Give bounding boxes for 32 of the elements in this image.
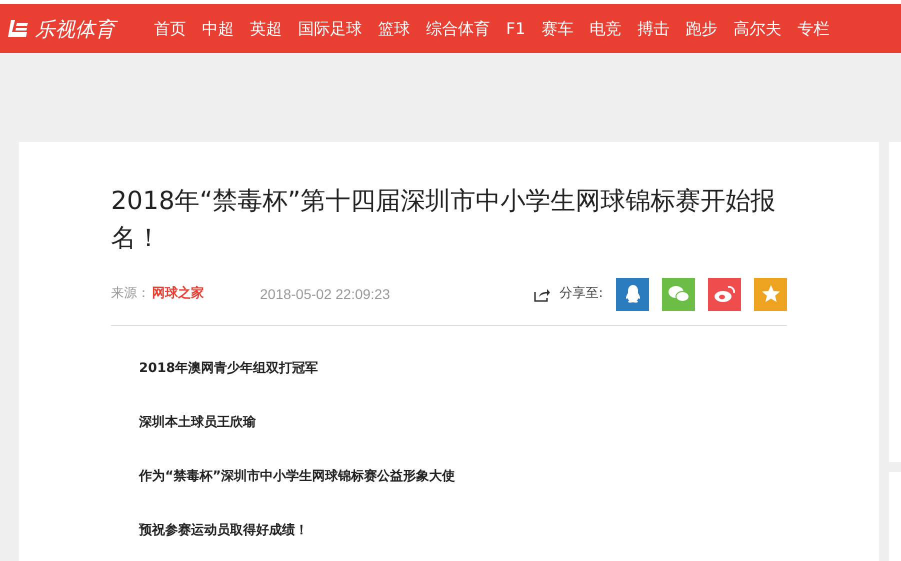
nav-link[interactable]: F1	[506, 16, 526, 40]
weibo-icon	[714, 285, 736, 303]
nav-link[interactable]: 首页	[154, 16, 186, 40]
chat-bubbles-icon	[668, 285, 690, 303]
article-title: 2018年“禁毒杯”第十四届深圳市中小学生网球锦标赛开始报名！	[111, 185, 777, 254]
nav-link[interactable]: 高尔夫	[733, 16, 782, 40]
star-icon	[760, 284, 780, 304]
nav-link[interactable]: 赛车	[541, 16, 574, 40]
nav-link[interactable]: 综合体育	[426, 16, 490, 40]
source-link[interactable]: 网球之家	[152, 284, 204, 304]
nav-link[interactable]: 英超	[250, 16, 282, 40]
nav-link[interactable]: 跑步	[685, 16, 718, 40]
source-label: 来源：	[111, 285, 150, 304]
nav-link[interactable]: 专栏	[797, 16, 830, 40]
share-button[interactable]	[616, 278, 649, 310]
nav-link[interactable]: 中超	[202, 16, 234, 40]
share-button[interactable]	[662, 278, 695, 310]
penguin-icon	[624, 284, 642, 304]
nav-link[interactable]: 篮球	[378, 16, 410, 40]
article-paragraph: 作为“禁毒杯”深圳市中小学生网球锦标赛公益形象大使	[139, 468, 456, 486]
article-paragraph: 深圳本土球员王欣瑜	[139, 414, 257, 432]
publish-time: 2018-05-02 22:09:23	[260, 284, 390, 304]
logo-icon	[8, 18, 30, 38]
nav-link[interactable]: 电竞	[589, 16, 622, 40]
share-icon	[534, 286, 550, 302]
share-button[interactable]	[754, 278, 787, 310]
article-paragraph: 预祝参赛运动员取得好成绩！	[139, 522, 309, 540]
nav-link[interactable]: 搏击	[637, 16, 670, 40]
nav-link[interactable]: 国际足球	[298, 16, 362, 40]
share-button[interactable]	[708, 278, 741, 310]
share-label: 分享至:	[560, 285, 603, 304]
article-paragraph: 2018年澳网青少年组双打冠军	[139, 360, 320, 378]
